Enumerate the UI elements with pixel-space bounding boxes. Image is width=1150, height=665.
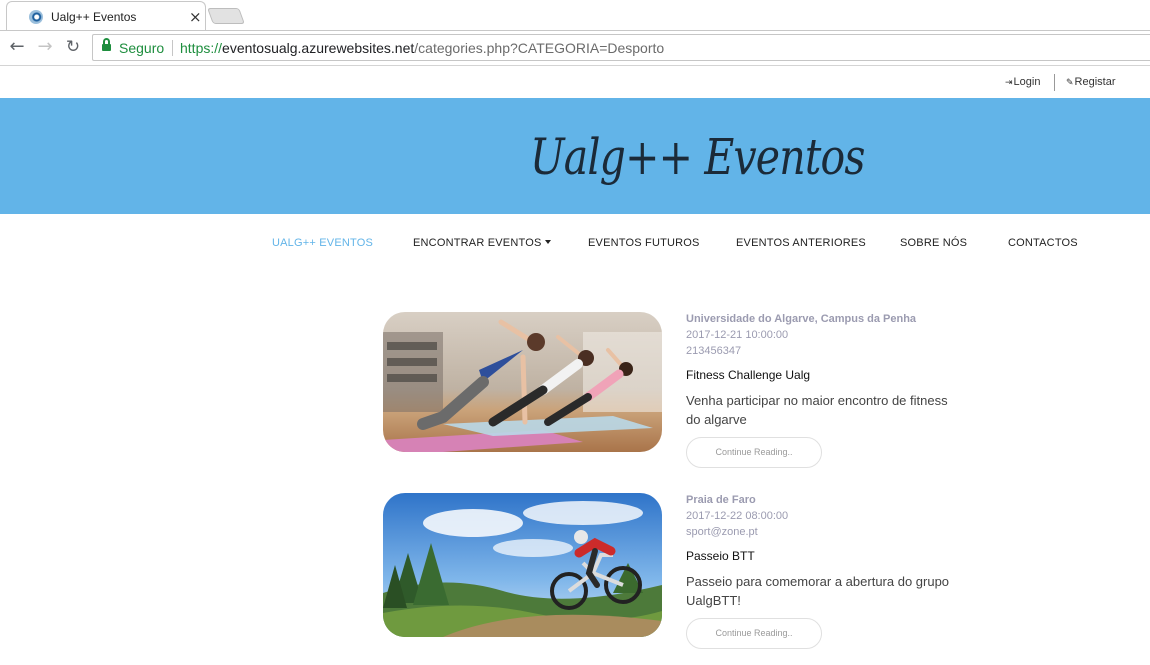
browser-toolbar: ← → ↻ Seguro https://eventosualg.azurewe… bbox=[0, 30, 1150, 66]
site-title: Ualg++ Eventos bbox=[530, 128, 865, 186]
event-contact: sport@zone.pt bbox=[686, 526, 758, 538]
event-location: Universidade do Algarve, Campus da Penha bbox=[686, 313, 917, 325]
url-host: eventosualg.azurewebsites.net bbox=[222, 40, 415, 56]
event-date: 2017-12-22 08:00:00 bbox=[686, 510, 789, 522]
event-card: Praia de Faro 2017-12-22 08:00:00 sport@… bbox=[383, 493, 963, 663]
browser-tabstrip: Ualg++ Eventos × bbox=[0, 0, 1150, 30]
browser-tab[interactable]: Ualg++ Eventos × bbox=[6, 1, 206, 30]
new-tab-button[interactable] bbox=[207, 8, 245, 24]
register-label: Registar bbox=[1074, 76, 1116, 88]
nav-past-events[interactable]: EVENTOS ANTERIORES bbox=[736, 237, 866, 249]
site-banner: Ualg++ Eventos bbox=[0, 98, 1150, 214]
nav-home[interactable]: UALG++ EVENTOS bbox=[272, 237, 373, 249]
event-date: 2017-12-21 10:00:00 bbox=[686, 329, 789, 341]
forward-arrow-icon[interactable]: → bbox=[34, 36, 56, 58]
back-arrow-icon[interactable]: ← bbox=[6, 36, 28, 58]
event-description: Passeio para comemorar a abertura do gru… bbox=[686, 574, 950, 608]
close-tab-icon[interactable]: × bbox=[189, 8, 202, 26]
security-label: Seguro bbox=[119, 40, 165, 56]
event-card: Universidade do Algarve, Campus da Penha… bbox=[383, 312, 963, 482]
nav-contacts[interactable]: CONTACTOS bbox=[1008, 237, 1078, 249]
nav-about[interactable]: SOBRE NÓS bbox=[900, 237, 967, 249]
address-bar[interactable]: Seguro https://eventosualg.azurewebsites… bbox=[92, 34, 1150, 61]
url-text[interactable]: https://eventosualg.azurewebsites.net/ca… bbox=[180, 40, 664, 56]
topbar-divider bbox=[1054, 74, 1055, 91]
nav-find-events[interactable]: ENCONTRAR EVENTOS bbox=[413, 237, 551, 249]
address-divider bbox=[172, 40, 173, 56]
event-description: Venha participar no maior encontro de fi… bbox=[686, 393, 948, 427]
login-label: Login bbox=[1013, 76, 1041, 88]
reload-icon[interactable]: ↻ bbox=[62, 36, 84, 58]
caret-down-icon bbox=[544, 240, 551, 244]
event-image-fitness[interactable] bbox=[383, 312, 662, 452]
continue-reading-button[interactable]: Continue Reading.. bbox=[686, 437, 822, 468]
site-topbar: ⇥Login ✎Registar bbox=[0, 67, 1150, 98]
site-favicon-icon bbox=[29, 10, 43, 24]
event-title[interactable]: Fitness Challenge Ualg bbox=[686, 368, 810, 382]
url-path: /categories.php?CATEGORIA=Desporto bbox=[414, 40, 665, 56]
nav-find-events-label: ENCONTRAR EVENTOS bbox=[413, 237, 542, 249]
event-title[interactable]: Passeio BTT bbox=[686, 549, 755, 563]
pencil-icon: ✎ bbox=[1066, 77, 1074, 87]
url-scheme: https:// bbox=[180, 40, 223, 56]
login-icon: ⇥ bbox=[1005, 77, 1013, 87]
continue-reading-button[interactable]: Continue Reading.. bbox=[686, 618, 822, 649]
login-link[interactable]: ⇥Login bbox=[1005, 76, 1040, 88]
register-link[interactable]: ✎Registar bbox=[1066, 76, 1116, 88]
event-image-btt[interactable] bbox=[383, 493, 662, 637]
lock-icon bbox=[102, 38, 111, 52]
event-location: Praia de Faro bbox=[686, 494, 756, 506]
tab-title: Ualg++ Eventos bbox=[51, 10, 137, 24]
nav-future-events[interactable]: EVENTOS FUTUROS bbox=[588, 237, 700, 249]
main-nav: UALG++ EVENTOS ENCONTRAR EVENTOS EVENTOS… bbox=[0, 214, 1150, 274]
event-contact: 213456347 bbox=[686, 345, 742, 357]
